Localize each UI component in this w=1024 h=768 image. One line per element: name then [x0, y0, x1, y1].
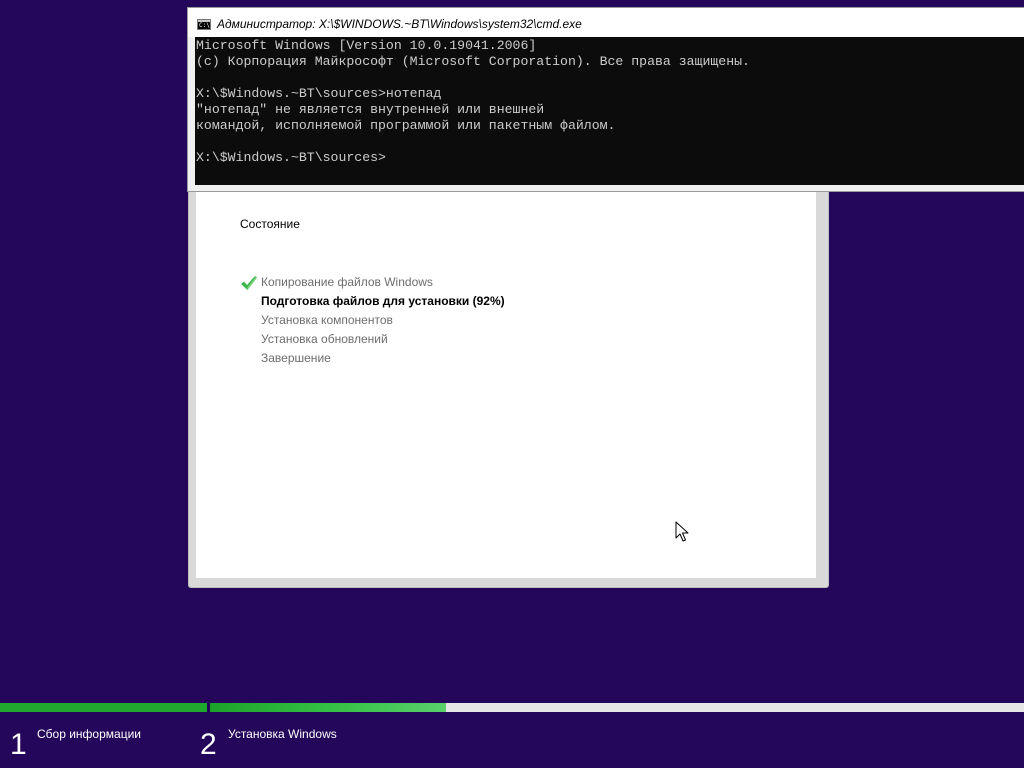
- console-prompt: X:\$Windows.~BT\sources>: [196, 150, 386, 165]
- cmd-console[interactable]: Microsoft Windows [Version 10.0.19041.20…: [195, 37, 1024, 185]
- step-copying-files: Копирование файлов Windows: [240, 273, 505, 292]
- step-label: Установка обновлений: [261, 332, 388, 346]
- phase-1-progress-fill: [0, 703, 207, 712]
- step-installing-features: Установка компонентов: [240, 311, 505, 330]
- step-label: Завершение: [261, 351, 331, 365]
- cmd-window[interactable]: C:\ Администратор: X:\$WINDOWS.~BT\Windo…: [187, 7, 1024, 192]
- step-finishing: Завершение: [240, 349, 505, 368]
- step-preparing-files: Подготовка файлов для установки (92%): [240, 292, 505, 311]
- desktop-background: Состояние Копирование файлов Windows Под…: [0, 0, 1024, 768]
- status-title: Состояние: [240, 217, 300, 231]
- step-installing-updates: Установка обновлений: [240, 330, 505, 349]
- phase-2-number: 2: [200, 728, 217, 761]
- cmd-window-title: Администратор: X:\$WINDOWS.~BT\Windows\s…: [217, 17, 582, 31]
- console-line: Microsoft Windows [Version 10.0.19041.20…: [196, 38, 537, 53]
- step-label: Подготовка файлов для установки (92%): [261, 294, 505, 308]
- setup-progress-bar: [0, 703, 1024, 712]
- step-label: Установка компонентов: [261, 313, 393, 327]
- phase-2-progress: [210, 703, 1024, 712]
- console-line: X:\$Windows.~BT\sources>нотепад: [196, 86, 442, 101]
- phase-2-progress-fill: [210, 703, 447, 712]
- console-line: командой, исполняемой программой или пак…: [196, 118, 616, 133]
- console-line: (c) Корпорация Майкрософт (Microsoft Cor…: [196, 54, 750, 69]
- console-line: "нотепад" не является внутренней или вне…: [196, 102, 545, 117]
- cmd-app-icon[interactable]: C:\: [197, 19, 211, 30]
- console-output[interactable]: Microsoft Windows [Version 10.0.19041.20…: [195, 37, 1024, 166]
- checkmark-icon: [241, 276, 257, 290]
- phase-1-number: 1: [10, 728, 27, 761]
- setup-window: Состояние Копирование файлов Windows Под…: [189, 186, 828, 587]
- setup-content: Состояние Копирование файлов Windows Под…: [196, 186, 816, 578]
- phase-1-progress: [0, 703, 207, 712]
- cmd-icon-label: C:\: [199, 22, 210, 29]
- cmd-titlebar[interactable]: C:\ Администратор: X:\$WINDOWS.~BT\Windo…: [188, 8, 1024, 37]
- step-list: Копирование файлов Windows Подготовка фа…: [240, 273, 505, 368]
- phase-1-label: Сбор информации: [37, 727, 141, 741]
- step-label: Копирование файлов Windows: [261, 275, 433, 289]
- mouse-cursor-icon: [675, 521, 689, 542]
- phase-2-label: Установка Windows: [228, 727, 337, 741]
